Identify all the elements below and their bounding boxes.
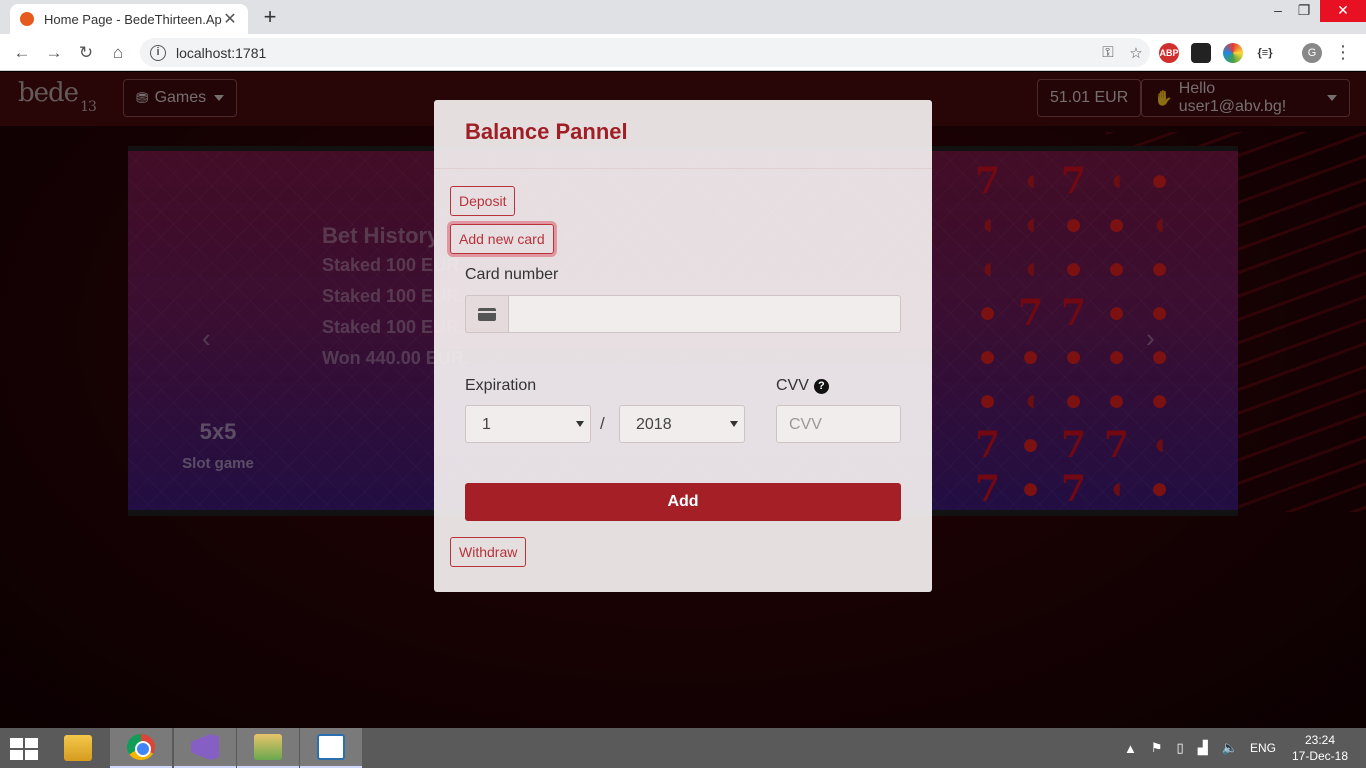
- add-card-button[interactable]: Add: [465, 483, 901, 521]
- folder-icon: [64, 735, 92, 761]
- system-tray: ▲ ⚑ ▯ ▟ 🔈: [1124, 728, 1238, 768]
- month-value: 1: [482, 416, 491, 433]
- site-info-icon[interactable]: i: [150, 44, 166, 61]
- color-extension-icon[interactable]: [1223, 43, 1243, 63]
- expiration-month-select[interactable]: 1: [465, 405, 591, 443]
- clock-date: 17-Dec-18: [1291, 749, 1349, 763]
- cvv-input[interactable]: CVV: [776, 405, 901, 443]
- tray-network-icon[interactable]: ▟: [1198, 740, 1208, 756]
- browser-tab-strip: Home Page - BedeThirteen.App ✕ + – ❐ ✕: [0, 0, 1366, 34]
- expiration-separator: /: [600, 414, 605, 433]
- credit-card-icon: [478, 307, 496, 321]
- window-maximize-button[interactable]: ❐: [1292, 0, 1316, 20]
- browser-toolbar: ← → ↻ ⌂ i localhost:1781 ⚿ ☆ ABP {≡} G ⋮: [0, 34, 1366, 71]
- address-bar[interactable]: i localhost:1781 ⚿ ☆: [140, 38, 1150, 67]
- forward-button[interactable]: →: [41, 40, 67, 66]
- taskbar-tool-app[interactable]: [237, 728, 299, 768]
- tray-volume-icon[interactable]: 🔈: [1222, 740, 1238, 756]
- browser-tab-active[interactable]: Home Page - BedeThirteen.App ✕: [10, 4, 248, 34]
- windows-start-icon[interactable]: [10, 738, 40, 760]
- tray-battery-icon[interactable]: ▯: [1177, 740, 1184, 756]
- tab-close-icon[interactable]: ✕: [222, 9, 238, 29]
- clock-time: 23:24: [1304, 733, 1336, 747]
- adblock-extension-icon[interactable]: ABP: [1159, 43, 1179, 63]
- year-value: 2018: [636, 416, 672, 433]
- select-arrow-icon: [730, 421, 738, 427]
- tray-expand-icon[interactable]: ▲: [1124, 741, 1137, 756]
- cvv-label: CVV: [776, 377, 809, 394]
- add-new-card-button[interactable]: Add new card: [450, 224, 554, 254]
- home-button[interactable]: ⌂: [105, 40, 131, 66]
- browser-menu-icon[interactable]: ⋮: [1334, 41, 1352, 63]
- card-number-input[interactable]: [509, 295, 901, 333]
- language-indicator[interactable]: ENG: [1250, 728, 1276, 768]
- question-circle-icon[interactable]: ?: [813, 378, 829, 394]
- key-icon[interactable]: ⚿: [1094, 44, 1122, 61]
- balance-modal: Balance Pannel Deposit Add new card Card…: [434, 100, 932, 592]
- reload-button[interactable]: ↻: [73, 40, 99, 66]
- taskbar-document-app[interactable]: [300, 728, 362, 768]
- cvv-label-row: CVV ?: [776, 377, 829, 395]
- document-icon: [317, 734, 345, 760]
- taskbar-chrome[interactable]: [110, 728, 172, 768]
- taskbar-file-explorer[interactable]: [47, 728, 109, 768]
- window-minimize-button[interactable]: –: [1266, 0, 1290, 20]
- withdraw-button[interactable]: Withdraw: [450, 537, 527, 567]
- tool-app-icon: [254, 734, 282, 760]
- card-number-label: Card number: [465, 266, 559, 283]
- select-arrow-icon: [576, 421, 584, 427]
- modal-title: Balance Pannel: [465, 119, 628, 144]
- taskbar-clock[interactable]: 23:24 17-Dec-18: [1290, 728, 1350, 768]
- window-close-button[interactable]: ✕: [1320, 0, 1366, 22]
- address-url[interactable]: localhost:1781: [176, 45, 1094, 61]
- deposit-button[interactable]: Deposit: [450, 186, 516, 216]
- visual-studio-icon: [191, 734, 219, 760]
- bookmark-star-icon[interactable]: ☆: [1122, 44, 1150, 62]
- windows-taskbar: ▲ ⚑ ▯ ▟ 🔈 ENG 23:24 17-Dec-18: [0, 728, 1366, 768]
- modal-header: Balance Pannel: [434, 100, 932, 169]
- json-extension-icon[interactable]: {≡}: [1255, 43, 1275, 63]
- card-addon: [465, 295, 509, 333]
- expiration-label: Expiration: [465, 377, 537, 394]
- tab-title: Home Page - BedeThirteen.App: [44, 11, 222, 27]
- profile-avatar[interactable]: G: [1302, 43, 1322, 63]
- taskbar-visual-studio[interactable]: [174, 728, 236, 768]
- new-tab-button[interactable]: +: [258, 6, 282, 30]
- card-number-group: [465, 295, 901, 333]
- back-button[interactable]: ←: [9, 40, 35, 66]
- chrome-icon: [127, 734, 155, 760]
- extension-icon[interactable]: [1191, 43, 1211, 63]
- expiration-year-select[interactable]: 2018: [619, 405, 745, 443]
- site-favicon-icon: [20, 12, 34, 26]
- tray-flag-icon[interactable]: ⚑: [1151, 740, 1163, 756]
